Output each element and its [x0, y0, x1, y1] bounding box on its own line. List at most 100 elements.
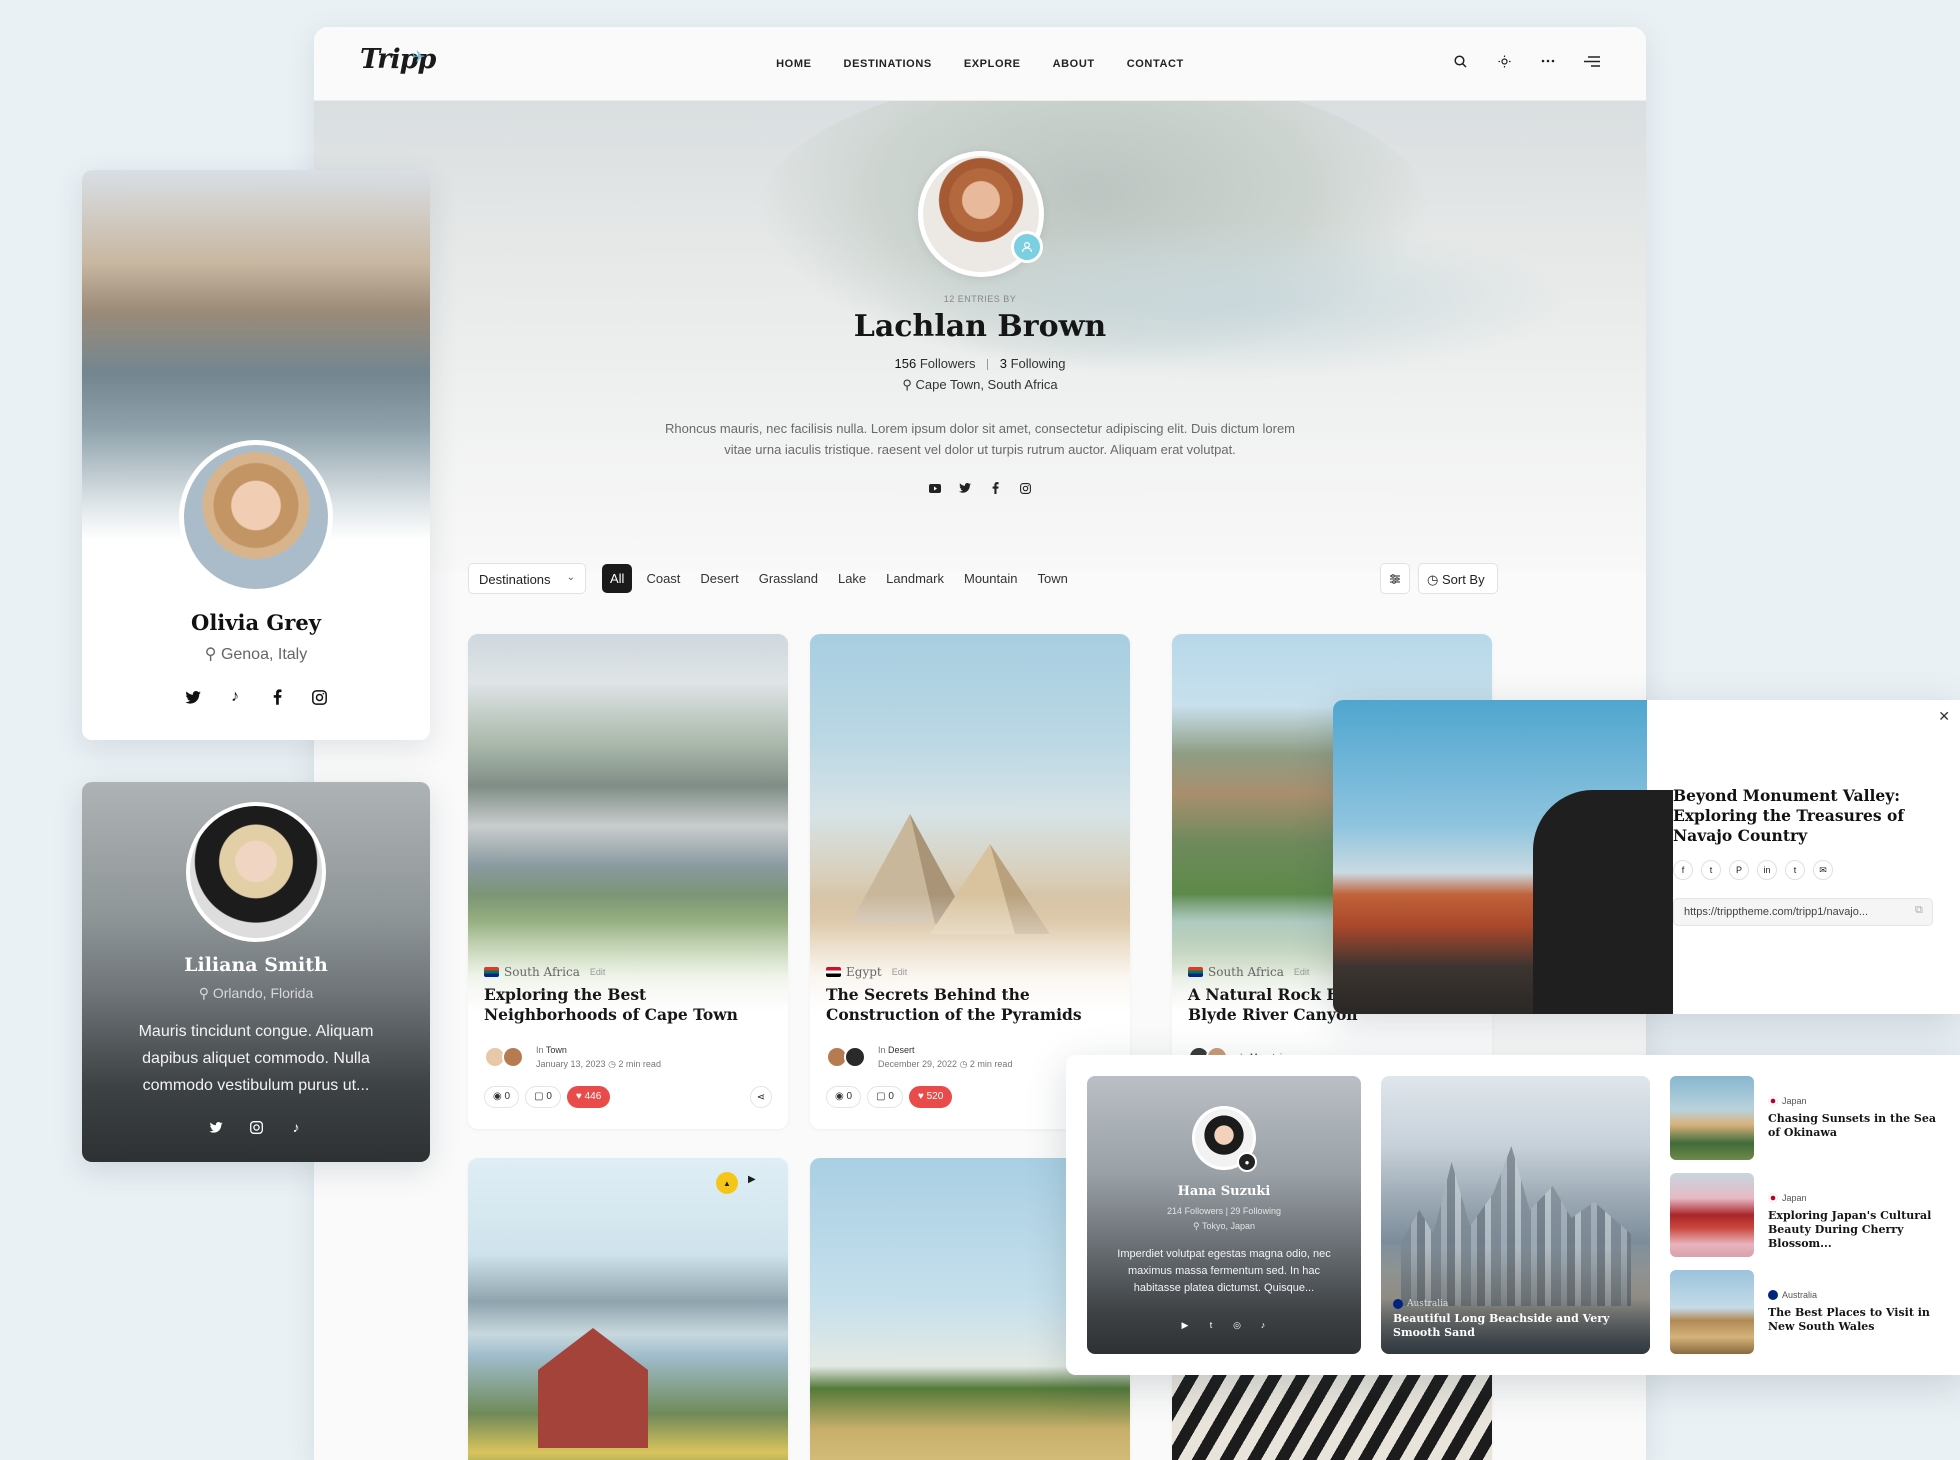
- follow-user-icon[interactable]: [1011, 231, 1043, 263]
- post-thumbnail[interactable]: [1670, 1270, 1754, 1354]
- views-pill[interactable]: ◉ 0: [484, 1086, 520, 1108]
- close-icon[interactable]: ✕: [1938, 708, 1950, 725]
- profile-name[interactable]: Olivia Grey: [82, 610, 430, 635]
- nav-about[interactable]: ABOUT: [1053, 58, 1095, 70]
- post-title[interactable]: Beautiful Long Beachside and Very Smooth…: [1393, 1312, 1633, 1340]
- sun-icon[interactable]: [1494, 51, 1514, 71]
- tiktok-icon[interactable]: ♪: [1257, 1319, 1269, 1331]
- egypt-flag-icon: [826, 967, 841, 977]
- author-socials: [314, 481, 1646, 495]
- instagram-icon[interactable]: ◎: [1231, 1319, 1243, 1331]
- post-thumbnail[interactable]: [1670, 1076, 1754, 1160]
- chip-all[interactable]: All: [602, 564, 633, 593]
- post-title[interactable]: Exploring the Best Neighborhoods of Cape…: [484, 985, 774, 1025]
- linkedin-icon[interactable]: in: [1757, 860, 1777, 880]
- filter-settings-button[interactable]: [1380, 563, 1410, 594]
- chip-mountain[interactable]: Mountain: [958, 564, 1023, 593]
- views-pill[interactable]: ◉ 0: [826, 1086, 862, 1108]
- post-country: Australia: [1768, 1290, 1817, 1300]
- email-icon[interactable]: ✉: [1813, 860, 1833, 880]
- list-item[interactable]: Japan Chasing Sunsets in the Sea of Okin…: [1670, 1076, 1956, 1160]
- share-icon[interactable]: ⋖: [750, 1086, 772, 1108]
- twitter-icon[interactable]: t: [1701, 860, 1721, 880]
- facebook-icon[interactable]: [268, 688, 286, 706]
- user-icon[interactable]: ●: [1237, 1152, 1257, 1172]
- nav-destinations[interactable]: DESTINATIONS: [844, 58, 932, 70]
- instagram-icon[interactable]: [248, 1119, 264, 1135]
- search-icon[interactable]: [1450, 51, 1470, 71]
- following-label[interactable]: Following: [1011, 356, 1066, 371]
- japan-flag-icon: [1768, 1193, 1778, 1203]
- twitter-icon[interactable]: [184, 688, 202, 706]
- play-icon[interactable]: ▶: [748, 1174, 756, 1185]
- tumblr-icon[interactable]: t: [1785, 860, 1805, 880]
- list-item[interactable]: Japan Exploring Japan's Cultural Beauty …: [1670, 1173, 1956, 1257]
- twitter-icon[interactable]: [208, 1119, 224, 1135]
- chip-lake[interactable]: Lake: [832, 564, 872, 593]
- destinations-dropdown[interactable]: Destinations ⌄: [468, 563, 586, 594]
- nav-home[interactable]: HOME: [776, 58, 811, 70]
- copy-icon[interactable]: ⧉: [1915, 904, 1923, 917]
- destinations-dropdown-label: Destinations: [479, 572, 551, 587]
- twitter-icon[interactable]: t: [1205, 1319, 1217, 1331]
- tiktok-icon[interactable]: ♪: [288, 1119, 304, 1135]
- tiktok-icon[interactable]: ♪: [226, 688, 244, 706]
- pinterest-icon[interactable]: P: [1729, 860, 1749, 880]
- post-title[interactable]: Exploring Japan's Cultural Beauty During…: [1768, 1209, 1948, 1251]
- profile-name[interactable]: Hana Suzuki: [1087, 1184, 1361, 1199]
- post-country: Egypt Edit: [826, 965, 907, 979]
- avatar[interactable]: [844, 1046, 866, 1068]
- chip-town[interactable]: Town: [1031, 564, 1073, 593]
- instagram-icon[interactable]: [1018, 481, 1032, 495]
- comments-pill[interactable]: ▢ 0: [525, 1086, 561, 1108]
- list-item[interactable]: Australia The Best Places to Visit in Ne…: [1670, 1270, 1956, 1354]
- eye-icon: ◉: [493, 1091, 502, 1102]
- share-url-field[interactable]: https://tripptheme.com/tripp1/navajo...: [1673, 898, 1933, 926]
- likes-pill[interactable]: ♥ 446: [566, 1086, 611, 1108]
- top-navbar: Tripp ✈ HOME DESTINATIONS EXPLORE ABOUT …: [314, 27, 1646, 101]
- youtube-icon[interactable]: ▶: [1179, 1319, 1191, 1331]
- avatar[interactable]: [186, 802, 326, 942]
- chip-coast[interactable]: Coast: [640, 564, 686, 593]
- profile-card-liliana: Liliana Smith ⚲ Orlando, Florida Mauris …: [82, 782, 430, 1162]
- likes-pill[interactable]: ♥ 520: [908, 1086, 953, 1108]
- profile-card-olivia: Olivia Grey ⚲ Genoa, Italy ♪: [82, 170, 430, 740]
- post-card[interactable]: ▲ ▶: [468, 1158, 788, 1460]
- post-category[interactable]: Town: [546, 1045, 567, 1055]
- instagram-icon[interactable]: [310, 688, 328, 706]
- more-icon[interactable]: [1538, 51, 1558, 71]
- profile-name[interactable]: Liliana Smith: [82, 954, 430, 976]
- profile-socials: ♪: [82, 1119, 430, 1135]
- menu-icon[interactable]: [1582, 51, 1602, 71]
- avatar[interactable]: [179, 440, 333, 594]
- post-title[interactable]: The Secrets Behind the Construction of t…: [826, 985, 1116, 1025]
- author-location-text: Cape Town, South Africa: [915, 377, 1058, 392]
- comment-icon: ▢: [534, 1091, 544, 1102]
- chevron-down-icon: ⌄: [566, 572, 575, 583]
- nav-contact[interactable]: CONTACT: [1127, 58, 1184, 70]
- youtube-icon[interactable]: [928, 481, 942, 495]
- nav-explore[interactable]: EXPLORE: [964, 58, 1021, 70]
- facebook-icon[interactable]: [988, 481, 1002, 495]
- post-title[interactable]: Chasing Sunsets in the Sea of Okinawa: [1768, 1112, 1948, 1140]
- post-card[interactable]: South Africa Edit Exploring the Best Nei…: [468, 634, 788, 1129]
- post-thumbnail[interactable]: [1670, 1173, 1754, 1257]
- chip-grassland[interactable]: Grassland: [753, 564, 824, 593]
- avatar[interactable]: [502, 1046, 524, 1068]
- edit-link[interactable]: Edit: [590, 967, 606, 977]
- featured-post-card[interactable]: Australia Beautiful Long Beachside and V…: [1381, 1076, 1650, 1354]
- post-category[interactable]: Desert: [888, 1045, 915, 1055]
- facebook-icon[interactable]: f: [1673, 860, 1693, 880]
- post-title[interactable]: The Best Places to Visit in New South Wa…: [1768, 1306, 1948, 1334]
- edit-link[interactable]: Edit: [1294, 967, 1310, 977]
- comments-pill[interactable]: ▢ 0: [867, 1086, 903, 1108]
- edit-link[interactable]: Edit: [892, 967, 908, 977]
- chip-desert[interactable]: Desert: [694, 564, 744, 593]
- sort-by-button[interactable]: ◷ Sort By: [1418, 563, 1498, 594]
- followers-label[interactable]: Followers: [920, 356, 976, 371]
- author-name: Lachlan Brown: [853, 309, 1107, 344]
- twitter-icon[interactable]: [958, 481, 972, 495]
- header-tools: [1450, 51, 1602, 71]
- chip-landmark[interactable]: Landmark: [880, 564, 950, 593]
- sponsored-badge-icon: ▲: [716, 1172, 738, 1194]
